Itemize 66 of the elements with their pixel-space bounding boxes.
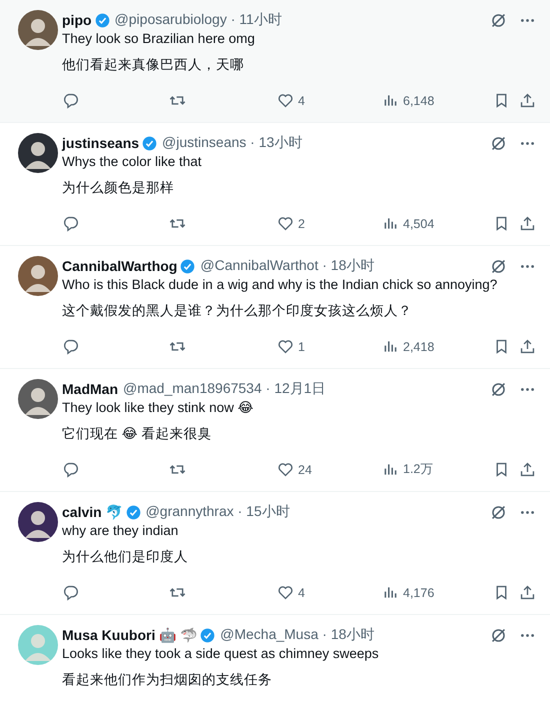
reply-icon[interactable]: [62, 215, 79, 232]
like-count: 4: [298, 94, 305, 108]
slashed-circle-icon[interactable]: [490, 12, 507, 28]
post-card[interactable]: justinseans @justinseans · 13小时 Whys the color like that 为什么颜色是那样 2 4,504: [0, 123, 550, 246]
user-name[interactable]: CannibalWarthog: [62, 258, 178, 274]
like-count: 1: [298, 340, 305, 354]
share-icon[interactable]: [519, 92, 536, 109]
user-name[interactable]: justinseans: [62, 135, 140, 151]
reply-icon[interactable]: [62, 584, 79, 601]
post-text: Whys the color like that: [62, 154, 202, 169]
reply-icon[interactable]: [62, 338, 79, 355]
avatar-icon[interactable]: [18, 10, 58, 50]
view-count: 4,504: [403, 216, 434, 230]
share-icon[interactable]: [519, 461, 536, 478]
avatar-icon[interactable]: [18, 502, 58, 542]
avatar-icon[interactable]: [18, 256, 58, 296]
like-icon[interactable]: [277, 92, 294, 109]
post-card[interactable]: pipo @piposarubiology · 11小时 They look so Brazilian here omg 他们看起来真像巴西人，天哪 4 6,148: [0, 0, 550, 123]
share-icon[interactable]: [519, 584, 536, 601]
user-name[interactable]: calvin 🐬: [62, 504, 123, 520]
like-count: 4: [298, 586, 305, 600]
post-card[interactable]: MadMan @mad_man18967534 · 12月1日 They look like they stink now 😂 它们现在 😂 看起来很臭 24 1.2万: [0, 369, 550, 492]
like-count: 2: [298, 216, 305, 230]
user-name[interactable]: Musa Kuubori 🤖 🦈: [62, 627, 198, 643]
like-icon[interactable]: [277, 215, 294, 232]
post-text: why are they indian: [62, 523, 178, 538]
post-text: 他们看起来真像巴西人，天哪: [62, 57, 244, 72]
slashed-circle-icon[interactable]: [490, 380, 507, 398]
user-name[interactable]: MadMan: [62, 381, 118, 397]
share-icon[interactable]: [519, 215, 536, 232]
view-count: 2,418: [403, 340, 434, 354]
handle-and-time: @grannythrax · 15小时: [146, 503, 290, 521]
slashed-circle-icon[interactable]: [490, 626, 507, 644]
like-icon[interactable]: [277, 338, 294, 355]
like-icon[interactable]: [277, 461, 294, 478]
post-text: Who is this Black dude in a wig and why is the Indian chick so annoying?: [62, 277, 498, 292]
reply-icon[interactable]: [62, 92, 79, 109]
post-text: They look like they stink now 😂: [62, 400, 254, 415]
post-card[interactable]: calvin 🐬 @grannythrax · 15小时 why are they indian 为什么他们是印度人 4 4,176: [0, 492, 550, 615]
post-card[interactable]: Musa Kuubori 🤖 🦈 @Mecha_Musa · 18小时 Looks like they took a side quest as chimney sweeps 看起来他们作为扫烟囱的支线任务: [0, 615, 550, 714]
handle-and-time: @mad_man18967534 · 12月1日: [123, 380, 326, 398]
handle-and-time: @Mecha_Musa · 18小时: [220, 626, 374, 644]
post-text: 为什么他们是印度人: [62, 549, 188, 564]
handle-and-time: @CannibalWarthot · 18小时: [200, 257, 374, 275]
post-text: 看起来他们作为扫烟囱的支线任务: [62, 672, 272, 687]
like-icon[interactable]: [277, 584, 294, 601]
reply-icon[interactable]: [62, 461, 79, 478]
handle-and-time: @justinseans · 13小时: [162, 134, 302, 152]
slashed-circle-icon[interactable]: [490, 504, 507, 520]
avatar-icon[interactable]: [18, 133, 58, 173]
avatar-icon[interactable]: [18, 379, 58, 419]
slashed-circle-icon[interactable]: [490, 134, 507, 152]
handle-and-time: @piposarubiology · 11小时: [114, 11, 282, 29]
post-text: They look so Brazilian here omg: [62, 31, 255, 46]
post-card[interactable]: CannibalWarthog @CannibalWarthot · 18小时 Who is this Black dude in a wig and why is the Indian chick so annoying? 这个戴假发的黑人是谁？为什么那个印度女孩这么烦人？ 1 2,418: [0, 246, 550, 369]
like-count: 24: [298, 462, 312, 476]
view-count: 6,148: [403, 94, 434, 108]
share-icon[interactable]: [519, 338, 536, 355]
post-text: 为什么颜色是那样: [62, 180, 174, 195]
post-text: 这个戴假发的黑人是谁？为什么那个印度女孩这么烦人？: [62, 303, 412, 318]
user-name[interactable]: pipo: [62, 12, 92, 28]
post-text: Looks like they took a side quest as chimney sweeps: [62, 646, 379, 661]
post-text: 它们现在 😂 看起来很臭: [62, 426, 212, 441]
view-count: 1.2万: [403, 461, 434, 478]
slashed-circle-icon[interactable]: [490, 258, 507, 274]
view-count: 4,176: [403, 586, 434, 600]
